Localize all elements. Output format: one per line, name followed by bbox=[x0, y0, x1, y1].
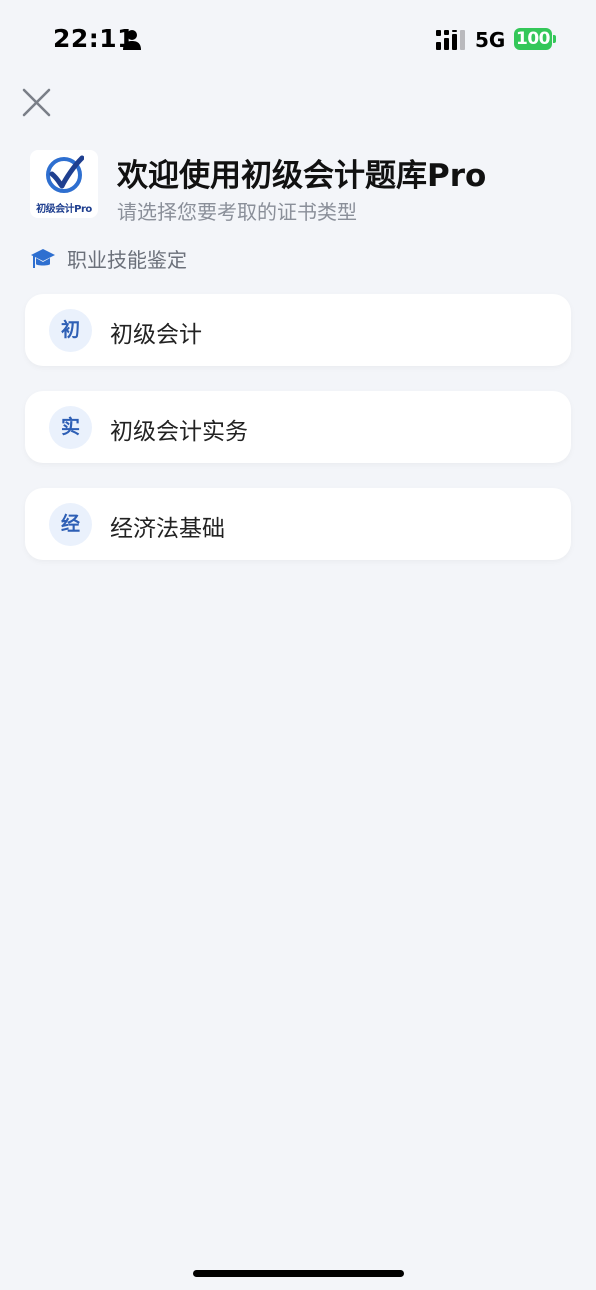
page-title: 欢迎使用初级会计题库Pro bbox=[117, 158, 487, 194]
battery-cap bbox=[553, 35, 556, 43]
network-label: 5G bbox=[475, 28, 506, 52]
battery-indicator: 100 bbox=[514, 28, 552, 50]
home-indicator[interactable] bbox=[193, 1270, 404, 1277]
graduation-cap-icon bbox=[31, 249, 55, 268]
option-badge: 实 bbox=[49, 406, 92, 449]
app-logo: 初级会计Pro bbox=[30, 150, 98, 218]
section-title: 职业技能鉴定 bbox=[67, 248, 187, 272]
option-card-chuji-kuaiji[interactable]: 初 初级会计 bbox=[25, 294, 571, 366]
close-icon bbox=[22, 88, 51, 117]
check-circle-icon bbox=[46, 155, 84, 193]
option-card-jingjifa-jichu[interactable]: 经 经济法基础 bbox=[25, 488, 571, 560]
close-button[interactable] bbox=[20, 86, 54, 120]
status-bar: 22:11 5G 100 bbox=[0, 0, 596, 80]
logo-text: 初级会计Pro bbox=[36, 204, 92, 215]
page-subtitle: 请选择您要考取的证书类型 bbox=[117, 200, 357, 224]
option-label: 初级会计实务 bbox=[110, 419, 248, 445]
option-label: 初级会计 bbox=[110, 322, 202, 348]
option-label: 经济法基础 bbox=[110, 516, 225, 542]
option-badge: 经 bbox=[49, 503, 92, 546]
signal-icon bbox=[436, 30, 465, 50]
option-badge: 初 bbox=[49, 309, 92, 352]
person-icon bbox=[123, 30, 141, 50]
option-card-kuaiji-shiwu[interactable]: 实 初级会计实务 bbox=[25, 391, 571, 463]
